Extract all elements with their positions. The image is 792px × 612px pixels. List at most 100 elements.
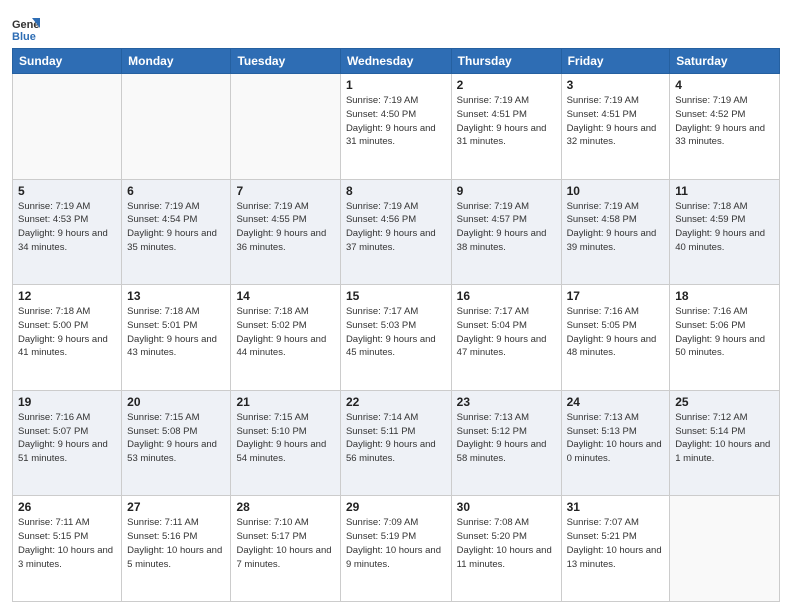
weekday-header-sunday: Sunday [13, 49, 122, 74]
day-number: 20 [127, 395, 225, 409]
day-info: Sunrise: 7:15 AM Sunset: 5:08 PM Dayligh… [127, 411, 225, 466]
day-number: 13 [127, 289, 225, 303]
calendar-week-row: 26 Sunrise: 7:11 AM Sunset: 5:15 PM Dayli… [13, 496, 780, 602]
calendar-cell [122, 74, 231, 180]
calendar-cell: 29 Sunrise: 7:09 AM Sunset: 5:19 PM Dayli… [340, 496, 451, 602]
calendar-cell: 11Sunrise: 7:18 AM Sunset: 4:59 PM Dayli… [670, 179, 780, 285]
calendar-cell: 25Sunrise: 7:12 AM Sunset: 5:14 PM Dayli… [670, 390, 780, 496]
calendar-cell: 7Sunrise: 7:19 AM Sunset: 4:55 PM Daylig… [231, 179, 340, 285]
day-info: Sunrise: 7:16 AM Sunset: 5:07 PM Dayligh… [18, 411, 116, 466]
weekday-header-saturday: Saturday [670, 49, 780, 74]
calendar-cell: 27 Sunrise: 7:11 AM Sunset: 5:16 PM Dayli… [122, 496, 231, 602]
calendar-week-row: 5 Sunrise: 7:19 AM Sunset: 4:53 PM Daylig… [13, 179, 780, 285]
day-info: Sunrise: 7:19 AM Sunset: 4:51 PM Dayligh… [567, 94, 665, 149]
logo: General Blue [12, 14, 44, 42]
calendar-cell: 18Sunrise: 7:16 AM Sunset: 5:06 PM Dayli… [670, 285, 780, 391]
day-info: Sunrise: 7:18 AM Sunset: 5:01 PM Dayligh… [127, 305, 225, 360]
day-info: Sunrise: 7:19 AM Sunset: 4:58 PM Dayligh… [567, 200, 665, 255]
calendar-cell: 12 Sunrise: 7:18 AM Sunset: 5:00 PM Dayli… [13, 285, 122, 391]
day-number: 19 [18, 395, 116, 409]
calendar-cell: 16Sunrise: 7:17 AM Sunset: 5:04 PM Dayli… [451, 285, 561, 391]
day-info: Sunrise: 7:13 AM Sunset: 5:12 PM Dayligh… [457, 411, 556, 466]
page: General Blue SundayMondayTuesdayWednesda… [0, 0, 792, 612]
calendar-cell: 10Sunrise: 7:19 AM Sunset: 4:58 PM Dayli… [561, 179, 670, 285]
day-info: Sunrise: 7:18 AM Sunset: 5:02 PM Dayligh… [236, 305, 334, 360]
day-number: 3 [567, 78, 665, 92]
calendar-cell: 1Sunrise: 7:19 AM Sunset: 4:50 PM Daylig… [340, 74, 451, 180]
calendar-cell: 4Sunrise: 7:19 AM Sunset: 4:52 PM Daylig… [670, 74, 780, 180]
calendar-cell: 28 Sunrise: 7:10 AM Sunset: 5:17 PM Dayli… [231, 496, 340, 602]
calendar-week-row: 12 Sunrise: 7:18 AM Sunset: 5:00 PM Dayli… [13, 285, 780, 391]
day-number: 26 [18, 500, 116, 514]
calendar-cell: 30 Sunrise: 7:08 AM Sunset: 5:20 PM Dayli… [451, 496, 561, 602]
day-number: 27 [127, 500, 225, 514]
weekday-header-friday: Friday [561, 49, 670, 74]
day-number: 2 [457, 78, 556, 92]
calendar-cell: 31 Sunrise: 7:07 AM Sunset: 5:21 PM Dayli… [561, 496, 670, 602]
day-info: Sunrise: 7:17 AM Sunset: 5:03 PM Dayligh… [346, 305, 446, 360]
day-info: Sunrise: 7:09 AM Sunset: 5:19 PM Dayligh… [346, 516, 446, 571]
calendar-header-row: SundayMondayTuesdayWednesdayThursdayFrid… [13, 49, 780, 74]
day-number: 29 [346, 500, 446, 514]
calendar-cell: 26 Sunrise: 7:11 AM Sunset: 5:15 PM Dayli… [13, 496, 122, 602]
calendar-cell [231, 74, 340, 180]
calendar-cell: 9Sunrise: 7:19 AM Sunset: 4:57 PM Daylig… [451, 179, 561, 285]
calendar-cell: 8 Sunrise: 7:19 AM Sunset: 4:56 PM Daylig… [340, 179, 451, 285]
calendar-week-row: 1Sunrise: 7:19 AM Sunset: 4:50 PM Daylig… [13, 74, 780, 180]
weekday-header-thursday: Thursday [451, 49, 561, 74]
day-info: Sunrise: 7:19 AM Sunset: 4:54 PM Dayligh… [127, 200, 225, 255]
day-info: Sunrise: 7:08 AM Sunset: 5:20 PM Dayligh… [457, 516, 556, 571]
weekday-header-wednesday: Wednesday [340, 49, 451, 74]
calendar-cell: 14 Sunrise: 7:18 AM Sunset: 5:02 PM Dayli… [231, 285, 340, 391]
day-number: 31 [567, 500, 665, 514]
day-number: 1 [346, 78, 446, 92]
day-info: Sunrise: 7:10 AM Sunset: 5:17 PM Dayligh… [236, 516, 334, 571]
logo-icon: General Blue [12, 14, 40, 42]
day-info: Sunrise: 7:11 AM Sunset: 5:15 PM Dayligh… [18, 516, 116, 571]
calendar-cell: 2 Sunrise: 7:19 AM Sunset: 4:51 PM Daylig… [451, 74, 561, 180]
weekday-header-monday: Monday [122, 49, 231, 74]
calendar-week-row: 19 Sunrise: 7:16 AM Sunset: 5:07 PM Dayli… [13, 390, 780, 496]
day-number: 24 [567, 395, 665, 409]
calendar-cell [670, 496, 780, 602]
day-info: Sunrise: 7:15 AM Sunset: 5:10 PM Dayligh… [236, 411, 334, 466]
calendar-cell: 5 Sunrise: 7:19 AM Sunset: 4:53 PM Daylig… [13, 179, 122, 285]
day-number: 25 [675, 395, 774, 409]
day-info: Sunrise: 7:14 AM Sunset: 5:11 PM Dayligh… [346, 411, 446, 466]
day-info: Sunrise: 7:19 AM Sunset: 4:57 PM Dayligh… [457, 200, 556, 255]
day-number: 16 [457, 289, 556, 303]
day-number: 28 [236, 500, 334, 514]
day-number: 5 [18, 184, 116, 198]
calendar-cell: 21 Sunrise: 7:15 AM Sunset: 5:10 PM Dayli… [231, 390, 340, 496]
day-number: 7 [236, 184, 334, 198]
day-number: 11 [675, 184, 774, 198]
day-number: 21 [236, 395, 334, 409]
calendar-cell: 17Sunrise: 7:16 AM Sunset: 5:05 PM Dayli… [561, 285, 670, 391]
day-info: Sunrise: 7:18 AM Sunset: 5:00 PM Dayligh… [18, 305, 116, 360]
day-number: 12 [18, 289, 116, 303]
day-info: Sunrise: 7:19 AM Sunset: 4:56 PM Dayligh… [346, 200, 446, 255]
day-number: 17 [567, 289, 665, 303]
day-number: 6 [127, 184, 225, 198]
day-number: 14 [236, 289, 334, 303]
day-info: Sunrise: 7:16 AM Sunset: 5:06 PM Dayligh… [675, 305, 774, 360]
calendar-cell: 3 Sunrise: 7:19 AM Sunset: 4:51 PM Daylig… [561, 74, 670, 180]
day-info: Sunrise: 7:11 AM Sunset: 5:16 PM Dayligh… [127, 516, 225, 571]
day-info: Sunrise: 7:07 AM Sunset: 5:21 PM Dayligh… [567, 516, 665, 571]
calendar-cell: 19 Sunrise: 7:16 AM Sunset: 5:07 PM Dayli… [13, 390, 122, 496]
day-number: 8 [346, 184, 446, 198]
day-number: 15 [346, 289, 446, 303]
calendar-cell: 24 Sunrise: 7:13 AM Sunset: 5:13 PM Dayli… [561, 390, 670, 496]
calendar-cell [13, 74, 122, 180]
calendar-cell: 15 Sunrise: 7:17 AM Sunset: 5:03 PM Dayli… [340, 285, 451, 391]
calendar-cell: 13 Sunrise: 7:18 AM Sunset: 5:01 PM Dayli… [122, 285, 231, 391]
calendar-cell: 22Sunrise: 7:14 AM Sunset: 5:11 PM Dayli… [340, 390, 451, 496]
day-info: Sunrise: 7:19 AM Sunset: 4:53 PM Dayligh… [18, 200, 116, 255]
calendar-cell: 20 Sunrise: 7:15 AM Sunset: 5:08 PM Dayli… [122, 390, 231, 496]
calendar: SundayMondayTuesdayWednesdayThursdayFrid… [12, 48, 780, 602]
day-info: Sunrise: 7:19 AM Sunset: 4:51 PM Dayligh… [457, 94, 556, 149]
calendar-cell: 23Sunrise: 7:13 AM Sunset: 5:12 PM Dayli… [451, 390, 561, 496]
day-info: Sunrise: 7:13 AM Sunset: 5:13 PM Dayligh… [567, 411, 665, 466]
day-info: Sunrise: 7:19 AM Sunset: 4:52 PM Dayligh… [675, 94, 774, 149]
day-number: 30 [457, 500, 556, 514]
